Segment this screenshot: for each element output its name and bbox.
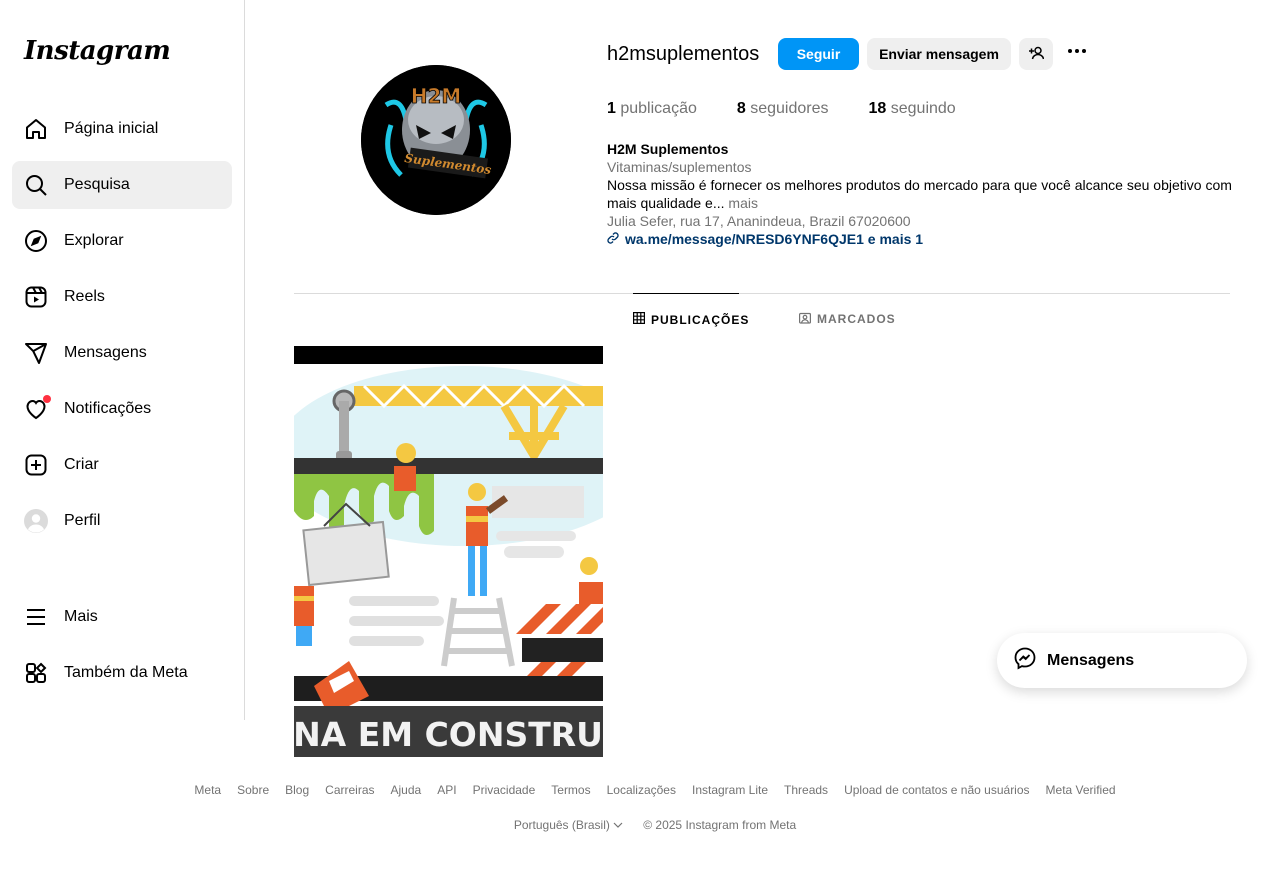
sidebar-item-label: Pesquisa [64,176,130,193]
post-tile[interactable]: NA EM CONSTRU [294,346,603,757]
tab-tagged[interactable]: MARCADOS [799,293,896,345]
footer-link[interactable]: Ajuda [391,783,422,797]
bio-name: H2M Suplementos [607,141,729,157]
footer-link[interactable]: Termos [551,783,590,797]
send-message-button[interactable]: Enviar mensagem [867,38,1011,70]
footer-link[interactable]: Blog [285,783,309,797]
following-stat[interactable]: 18 seguindo [869,100,956,118]
sidebar: Instagram Página inicial Pesquisa Explor… [0,0,245,720]
footer-link[interactable]: API [437,783,456,797]
follow-button[interactable]: Seguir [778,38,859,70]
sidebar-item-label: Criar [64,456,99,473]
profile-bio: H2M Suplementos Vitaminas/suplementos No… [607,140,1237,248]
sidebar-item-notifications[interactable]: Notificações [12,385,232,433]
footer-link[interactable]: Carreiras [325,783,374,797]
copyright-text: © 2025 Instagram from Meta [643,818,797,832]
reels-icon [24,285,48,309]
sidebar-item-label: Página inicial [64,120,159,137]
followers-stat[interactable]: 8 seguidores [737,100,829,118]
tab-posts[interactable]: PUBLICAÇÕES [633,293,748,345]
footer-link[interactable]: Sobre [237,783,269,797]
notification-dot [43,395,51,403]
add-user-icon [1028,45,1045,64]
bio-text: Nossa missão é fornecer os melhores prod… [607,177,1232,211]
footer-bottom: Português (Brasil) © 2025 Instagram from… [0,818,1265,832]
plus-square-icon [24,453,48,477]
sidebar-item-more[interactable]: Mais [12,593,232,641]
profile-avatar[interactable]: H2M Suplementos [361,65,511,215]
svg-text:NA EM CONSTRU: NA EM CONSTRU [294,715,603,754]
heart-icon [24,395,51,421]
grid-icon [633,312,646,327]
svg-text:H2M: H2M [411,84,462,108]
suggest-user-button[interactable] [1019,38,1053,70]
footer-link[interactable]: Meta Verified [1046,783,1116,797]
tab-label: PUBLICAÇÕES [651,312,750,327]
sidebar-item-label: Perfil [64,512,101,529]
avatar-icon [24,509,48,533]
messages-label: Mensagens [1047,651,1135,669]
footer-link[interactable]: Localizações [607,783,676,797]
bio-text-block: Nossa missão é fornecer os melhores prod… [607,176,1237,212]
sidebar-item-meta[interactable]: Também da Meta [12,649,232,697]
sidebar-item-search[interactable]: Pesquisa [12,161,232,209]
bio-category: Vitaminas/suplementos [607,159,752,175]
sidebar-item-messages[interactable]: Mensagens [12,329,232,377]
sidebar-item-explore[interactable]: Explorar [12,217,232,265]
sidebar-item-label: Mensagens [64,344,147,361]
profile-stats: 1 publicação 8 seguidores 18 seguindo [607,100,956,118]
sidebar-item-label: Explorar [64,232,124,249]
profile-username: h2msuplementos [607,43,760,65]
bio-address: Julia Sefer, rua 17, Ananindeua, Brazil … [607,213,911,229]
home-icon [24,117,48,141]
footer-link[interactable]: Threads [784,783,828,797]
tab-label: MARCADOS [817,312,896,326]
footer-link[interactable]: Upload de contatos e não usuários [844,783,1029,797]
footer-link[interactable]: Meta [194,783,221,797]
sidebar-item-create[interactable]: Criar [12,441,232,489]
messenger-icon [1013,646,1037,675]
sidebar-item-label: Notificações [64,400,152,417]
posts-count-stat: 1 publicação [607,100,697,117]
menu-icon [24,605,48,629]
messages-floating-button[interactable]: Mensagens [997,633,1247,688]
options-button[interactable] [1061,38,1093,70]
language-selector[interactable]: Português (Brasil) [514,818,623,832]
search-icon [24,173,48,197]
bio-link[interactable]: wa.me/message/NRESD6YNF6QJE1 e mais 1 [607,230,1237,248]
more-options-icon [1065,39,1089,69]
tagged-icon [799,312,812,327]
bio-link-text: wa.me/message/NRESD6YNF6QJE1 e mais 1 [625,231,924,247]
send-icon [24,341,48,365]
sidebar-item-label: Também da Meta [64,664,188,681]
meta-apps-icon [24,661,48,685]
tabs-divider [294,293,1230,294]
footer-links: Meta Sobre Blog Carreiras Ajuda API Privacidad… [0,783,1265,797]
under-construction-illustration: NA EM CONSTRU [294,346,603,757]
compass-icon [24,229,48,253]
link-icon [607,230,619,248]
sidebar-item-home[interactable]: Página inicial [12,105,232,153]
instagram-logo[interactable]: Instagram [24,36,171,66]
sidebar-item-reels[interactable]: Reels [12,273,232,321]
bio-more-link[interactable]: mais [728,195,758,211]
sidebar-item-label: Mais [64,608,98,625]
footer-link[interactable]: Instagram Lite [692,783,768,797]
footer-link[interactable]: Privacidade [473,783,536,797]
sidebar-item-profile[interactable]: Perfil [12,497,232,545]
sidebar-item-label: Reels [64,288,105,305]
chevron-down-icon [613,818,623,832]
